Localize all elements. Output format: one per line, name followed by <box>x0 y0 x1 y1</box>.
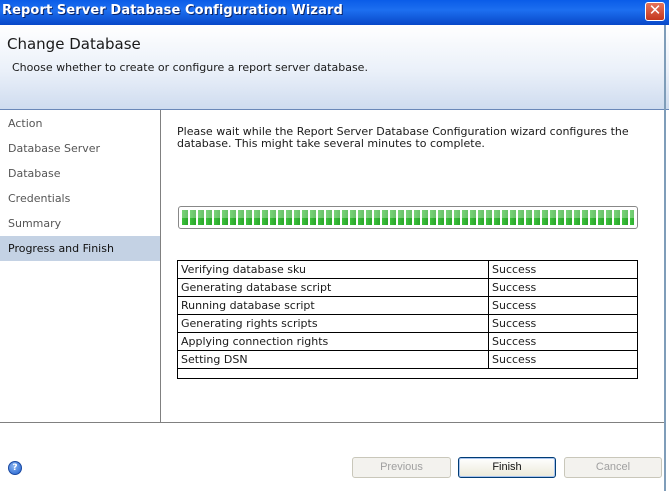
help-icon[interactable]: ? <box>8 461 22 475</box>
finish-button[interactable]: Finish <box>458 457 556 478</box>
wizard-steps-sidebar: Action Database Server Database Credenti… <box>0 110 161 422</box>
title-bar[interactable]: Report Server Database Configuration Wiz… <box>0 0 669 25</box>
progress-message: Please wait while the Report Server Data… <box>177 125 629 150</box>
step-task: Running database script <box>177 296 489 315</box>
main-content: Please wait while the Report Server Data… <box>162 110 664 422</box>
step-task: Verifying database sku <box>177 260 489 279</box>
step-status: Success <box>488 296 638 315</box>
step-task: Generating database script <box>177 278 489 297</box>
cancel-button[interactable]: Cancel <box>564 457 662 478</box>
wizard-header: Change Database Choose whether to create… <box>0 25 669 110</box>
window-title: Report Server Database Configuration Wiz… <box>2 3 343 18</box>
step-status: Success <box>488 350 638 369</box>
sidebar-item-label: Progress and Finish <box>8 242 114 255</box>
sidebar-item-progress-and-finish[interactable]: Progress and Finish <box>0 236 160 261</box>
sidebar-item-label: Summary <box>8 217 62 230</box>
progress-steps-table: Verifying database sku Success Generatin… <box>177 260 638 379</box>
table-row: Setting DSN Success <box>177 350 638 369</box>
page-subtitle: Choose whether to create or configure a … <box>12 61 368 74</box>
step-task: Applying connection rights <box>177 332 489 351</box>
step-status: Success <box>488 314 638 333</box>
progress-bar <box>178 206 638 229</box>
sidebar-item-label: Action <box>8 117 43 130</box>
sidebar-item-label: Credentials <box>8 192 71 205</box>
table-row-empty <box>177 368 638 379</box>
sidebar-item-database-server[interactable]: Database Server <box>0 136 160 161</box>
sidebar-item-label: Database Server <box>8 142 101 155</box>
empty-cell <box>177 368 638 379</box>
window-border <box>664 25 666 491</box>
progress-bar-fill <box>182 210 634 225</box>
close-icon: ✕ <box>648 1 662 19</box>
table-row: Applying connection rights Success <box>177 332 638 351</box>
sidebar-item-label: Database <box>8 167 61 180</box>
sidebar-item-summary[interactable]: Summary <box>0 211 160 236</box>
step-task: Generating rights scripts <box>177 314 489 333</box>
step-status: Success <box>488 260 638 279</box>
table-row: Verifying database sku Success <box>177 260 638 279</box>
table-row: Generating database script Success <box>177 278 638 297</box>
sidebar-item-action[interactable]: Action <box>0 111 160 136</box>
wizard-window: Report Server Database Configuration Wiz… <box>0 0 669 492</box>
step-status: Success <box>488 332 638 351</box>
previous-button[interactable]: Previous <box>352 457 451 478</box>
table-row: Running database script Success <box>177 296 638 315</box>
table-row: Generating rights scripts Success <box>177 314 638 333</box>
step-task: Setting DSN <box>177 350 489 369</box>
sidebar-item-database[interactable]: Database <box>0 161 160 186</box>
sidebar-item-credentials[interactable]: Credentials <box>0 186 160 211</box>
wizard-footer: ? Previous Finish Cancel <box>0 422 665 492</box>
step-status: Success <box>488 278 638 297</box>
wizard-body: Action Database Server Database Credenti… <box>0 110 665 422</box>
close-button[interactable]: ✕ <box>645 1 665 21</box>
page-title: Change Database <box>7 35 141 53</box>
